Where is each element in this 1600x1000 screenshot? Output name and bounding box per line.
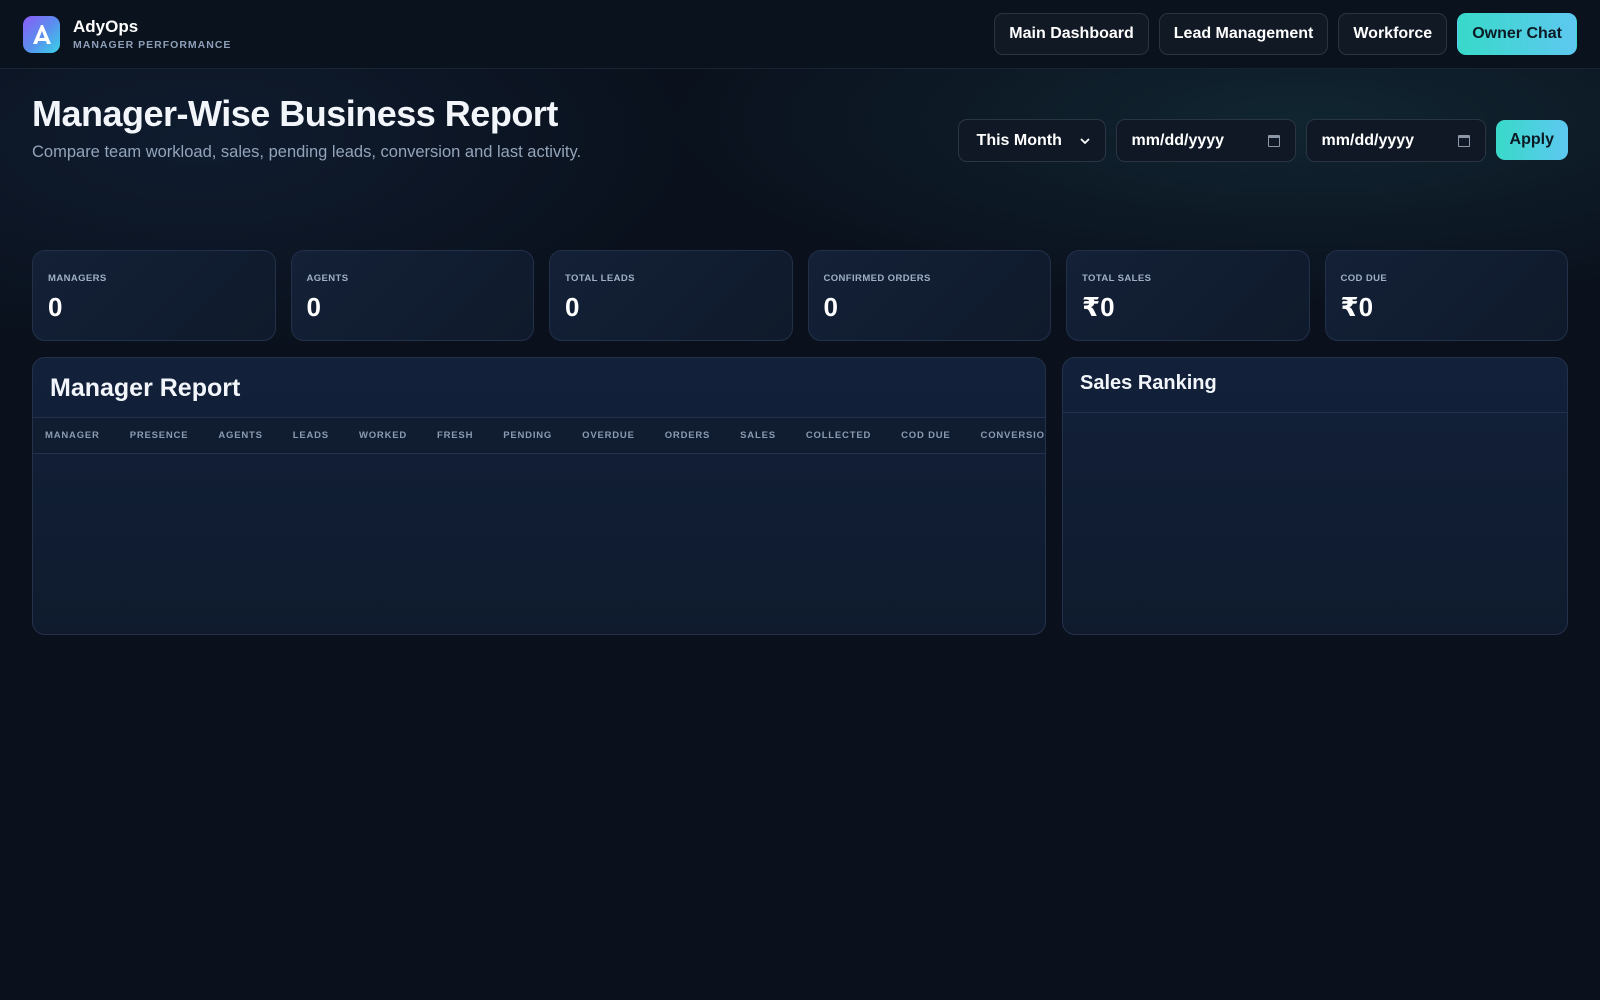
column-header-leads[interactable]: LEADS bbox=[281, 430, 347, 441]
apply-button[interactable]: Apply bbox=[1495, 120, 1568, 160]
column-header-cod-due[interactable]: COD DUE bbox=[889, 430, 968, 441]
stat-label: TOTAL LEADS bbox=[565, 273, 635, 284]
column-header-manager[interactable]: MANAGER bbox=[33, 430, 118, 441]
stat-value: 0 bbox=[48, 292, 63, 322]
stat-label: TOTAL SALES bbox=[1082, 273, 1152, 284]
manager-report-table-header[interactable]: MANAGER PRESENCE AGENTS LEADS WORKED FRE… bbox=[33, 418, 1045, 454]
stat-value: ₹0 bbox=[1082, 292, 1115, 322]
page-subtitle: Compare team workload, sales, pending le… bbox=[32, 143, 582, 161]
workforce-button[interactable]: Workforce bbox=[1338, 13, 1448, 55]
calendar-icon[interactable] bbox=[1457, 134, 1470, 147]
column-header-collected[interactable]: COLLECTED bbox=[794, 430, 889, 441]
sales-ranking-panel: Sales Ranking bbox=[1062, 357, 1568, 635]
column-header-agents[interactable]: AGENTS bbox=[206, 430, 280, 441]
column-header-fresh[interactable]: FRESH bbox=[425, 430, 491, 441]
column-header-overdue[interactable]: OVERDUE bbox=[570, 430, 653, 441]
brand: AdyOps MANAGER PERFORMANCE bbox=[23, 15, 232, 53]
main-dashboard-button[interactable]: Main Dashboard bbox=[994, 13, 1149, 55]
period-select[interactable]: This Month bbox=[957, 119, 1106, 162]
top-bar: AdyOps MANAGER PERFORMANCE Main Dashboar… bbox=[0, 0, 1600, 69]
from-date-input[interactable]: mm/dd/yyyy bbox=[1115, 119, 1296, 162]
owner-chat-button[interactable]: Owner Chat bbox=[1457, 13, 1577, 55]
column-header-conversion[interactable]: CONVERSION bbox=[969, 430, 1045, 441]
chevron-down-icon bbox=[1079, 137, 1090, 144]
top-nav: Main Dashboard Lead Management Workforce… bbox=[994, 13, 1577, 55]
manager-report-title: Manager Report bbox=[50, 374, 241, 402]
column-header-orders[interactable]: ORDERS bbox=[653, 430, 728, 441]
stats-row: MANAGERS 0 AGENTS 0 TOTAL LEADS 0 CONFIR… bbox=[32, 250, 1568, 341]
from-date-placeholder: mm/dd/yyyy bbox=[1131, 131, 1225, 149]
manager-report-panel: Manager Report MANAGER PRESENCE AGENTS L… bbox=[32, 357, 1046, 635]
filter-bar: This Month mm/dd/yyyy mm/dd/yyyy Apply bbox=[957, 119, 1568, 162]
column-header-worked[interactable]: WORKED bbox=[347, 430, 425, 441]
page-title: Manager-Wise Business Report bbox=[32, 93, 558, 134]
to-date-input[interactable]: mm/dd/yyyy bbox=[1305, 119, 1486, 162]
stat-value: 0 bbox=[823, 292, 838, 322]
app-logo-icon bbox=[23, 15, 60, 53]
stat-card-managers: MANAGERS 0 bbox=[32, 250, 276, 341]
column-header-sales[interactable]: SALES bbox=[728, 430, 794, 441]
sales-ranking-title: Sales Ranking bbox=[1080, 372, 1217, 394]
stat-label: COD DUE bbox=[1340, 273, 1388, 284]
stat-card-total-leads: TOTAL LEADS 0 bbox=[549, 250, 793, 341]
stat-value: 0 bbox=[306, 292, 321, 322]
stat-card-cod-due: COD DUE ₹0 bbox=[1324, 250, 1568, 341]
app-subtitle: MANAGER PERFORMANCE bbox=[73, 39, 232, 51]
stat-card-total-sales: TOTAL SALES ₹0 bbox=[1066, 250, 1310, 341]
stat-label: AGENTS bbox=[306, 273, 349, 284]
stat-card-confirmed-orders: CONFIRMED ORDERS 0 bbox=[807, 250, 1051, 341]
lead-management-button[interactable]: Lead Management bbox=[1158, 13, 1329, 55]
stat-label: CONFIRMED ORDERS bbox=[823, 273, 931, 284]
stat-value: 0 bbox=[565, 292, 580, 322]
column-header-pending[interactable]: PENDING bbox=[491, 430, 570, 441]
to-date-placeholder: mm/dd/yyyy bbox=[1321, 131, 1415, 149]
period-select-value: This Month bbox=[976, 131, 1062, 149]
stat-label: MANAGERS bbox=[48, 273, 107, 284]
stat-value: ₹0 bbox=[1340, 292, 1374, 322]
calendar-icon[interactable] bbox=[1267, 134, 1280, 147]
column-header-presence[interactable]: PRESENCE bbox=[118, 430, 207, 441]
app-name: AdyOps bbox=[73, 17, 139, 36]
stat-card-agents: AGENTS 0 bbox=[290, 250, 534, 341]
